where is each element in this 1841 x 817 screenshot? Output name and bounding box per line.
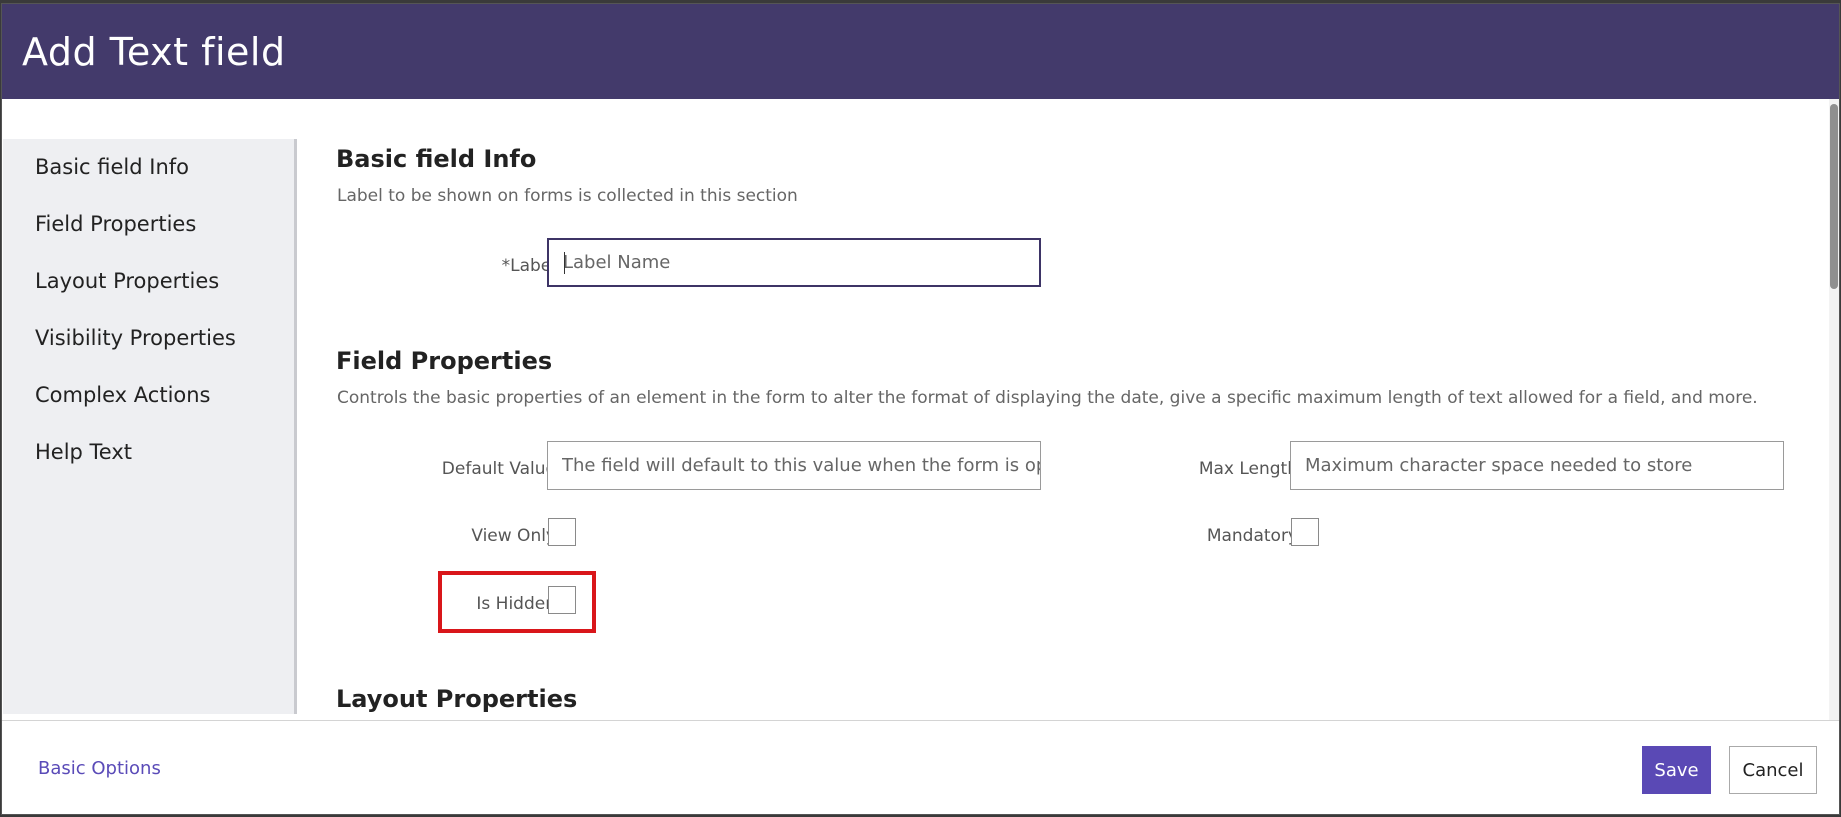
basic-options-link[interactable]: Basic Options (38, 758, 161, 779)
nav-complex-actions[interactable]: Complex Actions (3, 367, 294, 424)
dialog-title: Add Text field (22, 29, 286, 74)
cancel-button[interactable]: Cancel (1729, 746, 1817, 794)
dialog-header: Add Text field (2, 4, 1839, 99)
is-hidden-checkbox[interactable] (548, 586, 576, 614)
nav-help-text[interactable]: Help Text (3, 424, 294, 481)
is-hidden-label: Is Hidden (476, 594, 556, 614)
save-button[interactable]: Save (1642, 746, 1711, 794)
mandatory-checkbox[interactable] (1291, 518, 1319, 546)
section-nav: Basic field Info Field Properties Layout… (3, 139, 297, 714)
dialog-body: Basic field Info Field Properties Layout… (2, 99, 1839, 720)
layout-properties-title: Layout Properties (336, 685, 578, 713)
basic-info-description: Label to be shown on forms is collected … (337, 186, 798, 206)
form-content: Basic field Info Label to be shown on fo… (298, 99, 1818, 720)
label-field-label: *Label (501, 256, 556, 276)
label-name-input[interactable] (547, 238, 1041, 287)
nav-field-properties[interactable]: Field Properties (3, 196, 294, 253)
nav-layout-properties[interactable]: Layout Properties (3, 253, 294, 310)
view-only-checkbox[interactable] (548, 518, 576, 546)
max-length-input[interactable] (1290, 441, 1784, 490)
default-value-label: Default Value (441, 459, 556, 479)
text-caret (564, 252, 565, 274)
default-value-input[interactable] (547, 441, 1041, 490)
dialog-footer: Basic Options Save Cancel (2, 720, 1839, 814)
scrollbar-thumb[interactable] (1830, 104, 1838, 289)
nav-visibility-properties[interactable]: Visibility Properties (3, 310, 294, 367)
basic-info-title: Basic field Info (336, 145, 537, 173)
field-properties-description: Controls the basic properties of an elem… (337, 388, 1758, 408)
field-properties-title: Field Properties (336, 347, 553, 375)
mandatory-label: Mandatory (1206, 526, 1298, 546)
max-length-label: Max Length (1198, 459, 1298, 479)
view-only-label: View Only (471, 526, 556, 546)
nav-basic-field-info[interactable]: Basic field Info (3, 139, 294, 196)
add-text-field-dialog: Add Text field Basic field Info Field Pr… (1, 3, 1840, 815)
